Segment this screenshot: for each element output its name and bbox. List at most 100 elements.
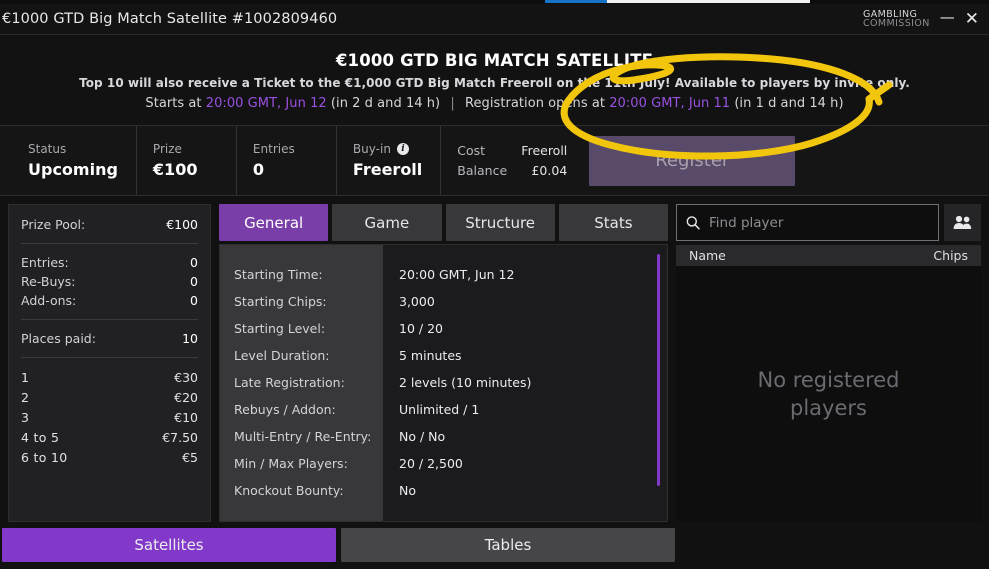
detail-value: 5 minutes [399,348,462,363]
prize-label: Prize [152,142,182,156]
window-title-bar: €1000 GTD Big Match Satellite #100280946… [0,4,989,35]
status-label: Status [28,142,67,156]
payout-amount: €7.50 [162,429,198,445]
minimize-icon[interactable]: — [940,9,955,25]
detail-label: Level Duration: [234,348,330,363]
people-icon [953,215,972,229]
payout-rank: 2 [21,389,30,405]
entries-label: Entries [252,142,295,156]
divider [21,357,198,358]
info-cell-entries: Entries 0 [237,126,337,195]
info-icon[interactable]: i [396,143,409,155]
tab-structure[interactable]: Structure [445,204,555,241]
cost-label: Cost [457,143,486,158]
close-icon[interactable]: ✕ [965,10,979,28]
tab-game[interactable]: Game [332,204,442,241]
balance-row: Balance £0.04 [457,163,567,178]
column-header-name: Name [689,248,726,263]
payout-row: 2 €20 [21,387,198,407]
players-table-body: No registered players [676,266,981,522]
tab-stats[interactable]: Stats [558,204,668,241]
info-cell-status: Status Upcoming [12,126,137,195]
prize-pool-row: Prize Pool: €100 [21,215,198,234]
promo-subtitle: Top 10 will also receive a Ticket to the… [79,76,910,90]
detail-label: Knockout Bounty: [234,483,344,498]
promo-title: €1000 GTD BIG MATCH SATELLITE [335,51,654,70]
details-pane: Starting Time: Starting Chips: Starting … [219,244,668,522]
starts-prefix: Starts at [145,96,202,111]
bottom-tab-bar: Satellites Tables [0,522,989,569]
tab-strip-white-segment [607,0,810,3]
payout-rank: 6 to 10 [21,449,68,465]
payout-amount: €20 [174,389,198,405]
tab-general[interactable]: General [219,204,329,241]
promo-banner: €1000 GTD BIG MATCH SATELLITE Top 10 wil… [0,35,989,160]
promo-schedule: Starts at 20:00 GMT, Jun 12 (in 2 d and … [145,96,843,111]
addons-stat-label: Add-ons: [21,293,77,308]
detail-labels-column: Starting Time: Starting Chips: Starting … [220,245,383,521]
payout-row: 6 to 10 €5 [21,447,198,467]
players-table-header: Name Chips [676,245,981,266]
details-scrollbar[interactable] [657,254,660,486]
divider [21,243,198,244]
payout-row: 1 €30 [21,367,198,387]
bottom-tab-tables[interactable]: Tables [341,528,675,562]
entries-row: Entries: 0 [21,253,198,272]
search-icon [686,215,700,230]
addons-row: Add-ons: 0 [21,291,198,310]
logo-line-2: COMMISSION [862,18,930,29]
main-content: Prize Pool: €100 Entries: 0 Re-Buys: 0 A… [0,196,989,522]
entries-value: 0 [252,160,265,179]
register-button[interactable]: Register [589,135,796,186]
detail-value: 10 / 20 [399,321,443,336]
places-paid-label: Places paid: [21,331,96,346]
players-list-button[interactable] [944,204,981,241]
detail-label: Min / Max Players: [234,456,348,471]
detail-values-column: 20:00 GMT, Jun 12 3,000 10 / 20 5 minute… [383,245,667,521]
prize-value: €100 [152,160,198,179]
cost-balance-group: Cost Freeroll Balance £0.04 [441,126,581,195]
places-paid-row: Places paid: 10 [21,329,198,348]
bottom-tab-satellites[interactable]: Satellites [2,528,336,562]
tournament-lobby-window: €1000 GTD Big Match Satellite #100280946… [0,0,989,569]
empty-state-message: No registered players [757,367,900,420]
column-header-chips: Chips [933,248,968,263]
tournament-info-bar: Status Upcoming Prize €100 Entries 0 Buy… [0,126,989,196]
detail-value: No / No [399,429,446,444]
cost-value: Freeroll [521,143,568,158]
buyin-label-row: Buy-in i [353,142,422,156]
payout-rank: 1 [21,369,30,385]
payout-rank: 4 to 5 [21,429,60,445]
tab-strip-blue-segment [545,0,607,3]
detail-value: No [399,483,416,498]
cost-row: Cost Freeroll [457,143,567,158]
entries-stat-value: 0 [190,255,198,270]
player-search-row [676,204,981,241]
prize-pool-label: Prize Pool: [21,217,86,232]
payout-rank: 3 [21,409,30,425]
buyin-label: Buy-in [352,142,391,156]
starts-suffix: (in 2 d and 14 h) [330,96,441,111]
payout-amount: €5 [182,449,198,465]
detail-value: 20 / 2,500 [399,456,463,471]
rebuys-stat-label: Re-Buys: [21,274,76,289]
window-controls: GAMBLING COMMISSION — ✕ [862,9,989,29]
addons-stat-value: 0 [190,293,198,308]
window-title: €1000 GTD Big Match Satellite #100280946… [2,11,338,27]
search-input[interactable] [709,214,938,231]
info-cell-buyin: Buy-in i Freeroll [337,126,442,195]
detail-tabs: General Game Structure Stats [219,204,668,241]
prize-pool-panel: Prize Pool: €100 Entries: 0 Re-Buys: 0 A… [8,204,211,522]
payout-amount: €30 [174,369,198,385]
info-cell-prize: Prize €100 [137,126,237,195]
player-search-box[interactable] [676,204,939,241]
payout-row: 3 €10 [21,407,198,427]
balance-value: £0.04 [531,163,568,178]
registration-time: 20:00 GMT, Jun 11 [609,96,731,111]
status-value: Upcoming [28,160,118,179]
payout-row: 4 to 5 €7.50 [21,427,198,447]
tournament-details-section: General Game Structure Stats Starting Ti… [219,204,668,522]
divider [21,319,198,320]
prize-pool-value: €100 [166,217,198,232]
rebuys-row: Re-Buys: 0 [21,272,198,291]
